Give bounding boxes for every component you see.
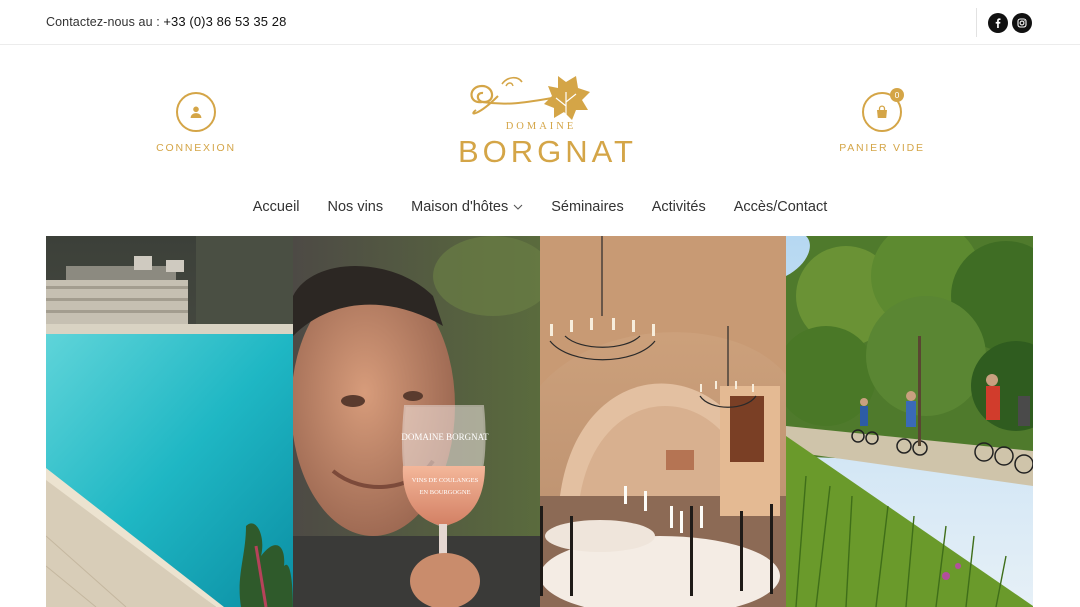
facebook-icon[interactable] — [988, 13, 1008, 33]
logo-domaine: DOMAINE — [505, 121, 577, 132]
contact-prefix: Contactez-nous au : — [46, 15, 164, 29]
winemaker-image[interactable]: DOMAINE BORGNAT VINS DE COULANGES EN BOU… — [292, 236, 540, 607]
cart-count-badge: 0 — [890, 88, 904, 102]
site-logo[interactable]: DOMAINE BORGNAT — [458, 72, 637, 172]
contact-info: Contactez-nous au : +33 (0)3 86 53 35 28 — [46, 14, 286, 29]
vaulted-cellar-image[interactable] — [539, 236, 787, 607]
instagram-icon[interactable] — [1012, 13, 1032, 33]
login-label: CONNEXION — [156, 142, 236, 154]
user-icon — [176, 92, 216, 132]
phone-link[interactable]: +33 (0)3 86 53 35 28 — [163, 14, 286, 29]
cycling-image[interactable] — [786, 236, 1033, 607]
nav-accueil[interactable]: Accueil — [239, 199, 314, 215]
cart-button[interactable]: 0 PANIER VIDE — [822, 88, 942, 154]
chevron-down-icon — [513, 204, 523, 210]
nav-acces-contact[interactable]: Accès/Contact — [720, 199, 842, 215]
glass-text-3: EN BOURGOGNE — [419, 489, 470, 496]
glass-text-1: DOMAINE BORGNAT — [401, 432, 489, 442]
nav-label: Séminaires — [551, 199, 624, 215]
cart-label: PANIER VIDE — [839, 142, 925, 154]
nav-label: Maison d'hôtes — [411, 199, 509, 215]
vine-leaf-icon — [470, 76, 590, 120]
nav-nos-vins[interactable]: Nos vins — [314, 199, 398, 215]
nav-maison-d-hotes[interactable]: Maison d'hôtes — [397, 199, 537, 215]
logo-borgnat: BORGNAT — [458, 134, 637, 169]
nav-label: Accès/Contact — [733, 199, 828, 215]
main-nav: Accueil Nos vins Maison d'hôtes Séminair… — [0, 199, 1080, 215]
nav-activites[interactable]: Activités — [638, 199, 720, 215]
nav-seminaires[interactable]: Séminaires — [537, 199, 638, 215]
glass-text-2: VINS DE COULANGES — [412, 477, 479, 484]
nav-label: Activités — [651, 199, 706, 215]
hero-gallery: DOMAINE BORGNAT VINS DE COULANGES EN BOU… — [46, 236, 1033, 607]
nav-label: Accueil — [252, 199, 300, 215]
nav-label: Nos vins — [327, 199, 384, 215]
top-bar: Contactez-nous au : +33 (0)3 86 53 35 28 — [0, 0, 1080, 45]
shopping-bag-icon: 0 — [862, 88, 904, 132]
topbar-divider — [976, 8, 977, 37]
pool-image[interactable] — [46, 236, 293, 607]
login-button[interactable]: CONNEXION — [136, 92, 256, 154]
